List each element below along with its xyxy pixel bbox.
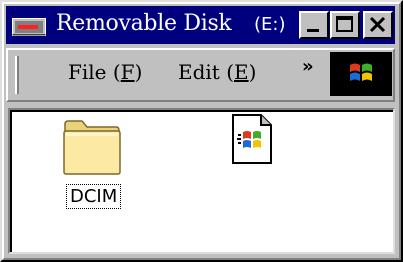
menu-file-label: File ( [68, 60, 121, 84]
menu-edit-label: Edit ( [178, 60, 234, 84]
windows-logo-icon [350, 63, 372, 81]
minimize-icon [307, 29, 319, 32]
folder-icon[interactable] [62, 118, 122, 176]
more-menus-chevron[interactable]: » [302, 56, 314, 77]
menu-file-accel: F [120, 60, 135, 84]
close-icon [369, 16, 386, 33]
file-view[interactable]: DCIM [8, 108, 395, 254]
folder-label[interactable]: DCIM [66, 184, 122, 209]
menu-bar: File (F) Edit (E) » [6, 48, 395, 102]
menu-edit-accel: E [234, 60, 249, 84]
explorer-window: Removable Disk (E:) File (F) Edit (E) » [0, 0, 403, 262]
minimize-button[interactable] [299, 11, 329, 39]
maximize-button[interactable] [330, 11, 360, 39]
menu-file-end: ) [134, 60, 143, 84]
menu-edit[interactable]: Edit (E) [178, 60, 256, 84]
drive-icon [12, 18, 46, 36]
window-title: Removable Disk [56, 11, 232, 36]
maximize-icon [336, 16, 353, 32]
windows-file-icon[interactable] [231, 114, 273, 164]
title-bar[interactable]: Removable Disk (E:) [6, 6, 395, 44]
toolbar-grip[interactable] [15, 56, 19, 94]
close-button[interactable] [363, 11, 393, 39]
throbber [330, 52, 392, 96]
menu-file[interactable]: File (F) [68, 60, 142, 84]
menu-edit-end: ) [248, 60, 257, 84]
window-title-drive: (E:) [254, 14, 286, 35]
